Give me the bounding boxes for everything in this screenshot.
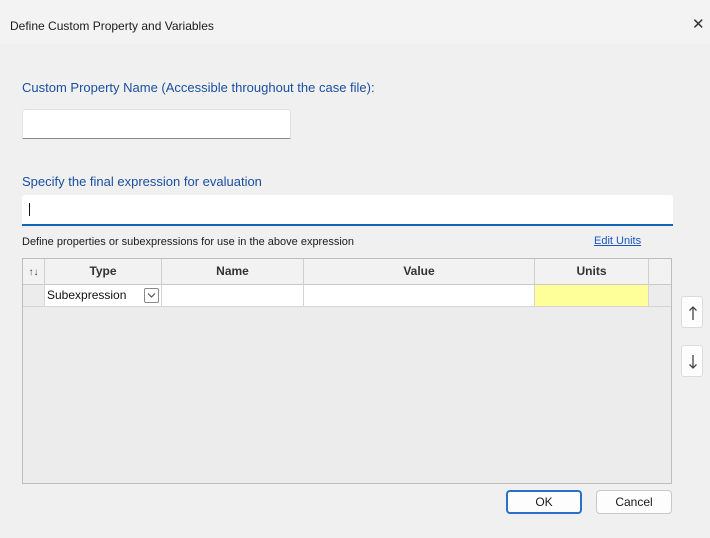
table-row: Subexpression (23, 285, 671, 307)
edit-units-link[interactable]: Edit Units (594, 235, 641, 247)
grid-header: ↑↓ Type Name Value Units (23, 259, 671, 285)
column-header-spacer (649, 259, 671, 285)
window-title: Define Custom Property and Variables (10, 19, 214, 33)
move-down-button[interactable] (681, 345, 703, 377)
sort-header[interactable]: ↑↓ (23, 259, 45, 285)
column-header-units[interactable]: Units (535, 259, 649, 285)
custom-property-name-label: Custom Property Name (Accessible through… (22, 80, 375, 95)
custom-property-dialog: Define Custom Property and Variables ✕ C… (0, 0, 710, 538)
column-header-value[interactable]: Value (304, 259, 535, 285)
definitions-grid: ↑↓ Type Name Value Units Subexpression (22, 258, 672, 484)
value-cell[interactable] (304, 285, 535, 307)
move-up-button[interactable] (681, 296, 703, 328)
arrow-up-icon (689, 306, 697, 320)
units-cell[interactable] (535, 285, 649, 307)
sort-icon: ↑↓ (28, 267, 39, 278)
cancel-button[interactable]: Cancel (596, 490, 672, 514)
column-header-type[interactable]: Type (45, 259, 162, 285)
arrow-down-icon (689, 355, 697, 369)
row-header[interactable] (23, 285, 45, 307)
type-cell-value: Subexpression (47, 288, 127, 302)
custom-property-name-input[interactable] (22, 109, 291, 139)
chevron-down-icon (147, 293, 156, 298)
text-caret (29, 203, 30, 216)
final-expression-input[interactable] (22, 195, 673, 226)
close-icon[interactable]: ✕ (692, 14, 710, 36)
type-dropdown-button[interactable] (144, 288, 159, 303)
title-bar: Define Custom Property and Variables ✕ (0, 0, 710, 44)
type-cell[interactable]: Subexpression (45, 285, 162, 307)
column-header-name[interactable]: Name (162, 259, 304, 285)
name-cell[interactable] (162, 285, 304, 307)
definitions-label: Define properties or subexpressions for … (22, 236, 355, 248)
row-spacer (649, 285, 671, 307)
ok-button[interactable]: OK (506, 490, 582, 514)
final-expression-label: Specify the final expression for evaluat… (22, 174, 262, 189)
